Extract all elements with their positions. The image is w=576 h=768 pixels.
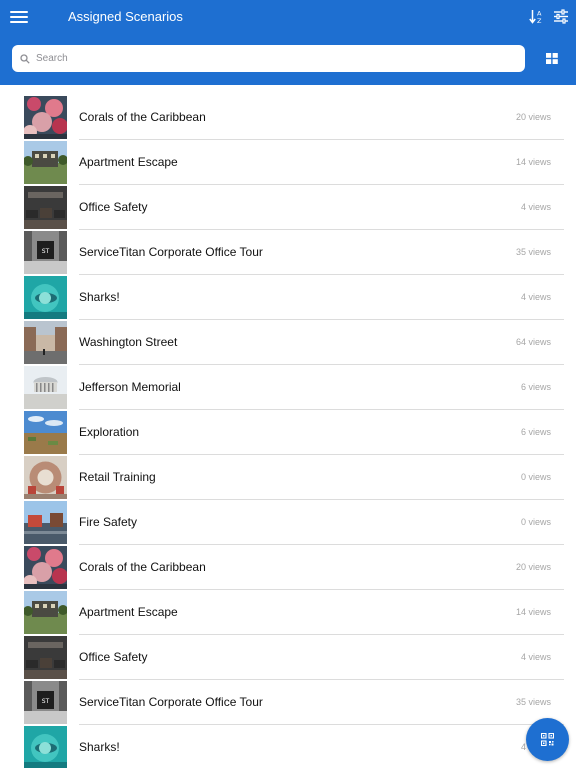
scenario-thumbnail: ST <box>24 231 67 274</box>
svg-text:Z: Z <box>537 17 542 24</box>
scenario-view-count: 20 views <box>515 112 551 122</box>
scenario-title: Office Safety <box>79 200 148 214</box>
scenario-row[interactable]: Washington Street 64 views <box>0 320 576 365</box>
scenario-row[interactable]: Retail Training 0 views <box>0 455 576 500</box>
scenario-row[interactable]: Sharks!4 views <box>0 725 576 768</box>
scenario-view-count: 20 views <box>515 562 551 572</box>
scenario-thumbnail <box>24 636 67 679</box>
scan-qr-button[interactable] <box>526 718 569 761</box>
app: Assigned Scenarios A Z Search Corals of … <box>0 0 576 768</box>
scenario-title: Washington Street <box>79 335 178 349</box>
scenario-title: Fire Safety <box>79 515 138 529</box>
scenario-row[interactable]: Exploration 6 views <box>0 410 576 455</box>
scenario-view-count: 0 views <box>520 472 551 482</box>
scenario-view-count: 6 views <box>520 382 551 392</box>
search-bar <box>12 45 525 72</box>
scenario-view-count: 14 views <box>515 607 551 617</box>
scenario-view-count: 14 views <box>515 157 551 167</box>
scenario-list: Corals of the Caribbean 20 views Apartment… <box>0 95 576 768</box>
scenario-title: Apartment Escape <box>79 605 178 619</box>
menu-icon[interactable] <box>10 10 28 24</box>
scenario-row[interactable]: ST ServiceTitan Corporate Office Tour 35 v… <box>0 680 576 725</box>
scenario-thumbnail <box>24 96 67 139</box>
scenario-thumbnail <box>24 366 67 409</box>
sort-icon[interactable]: A Z <box>529 9 545 24</box>
scenario-title: Sharks! <box>79 290 120 304</box>
scenario-view-count: 4 views <box>520 652 551 662</box>
scenario-row[interactable]: Apartment Escape 14 views <box>0 590 576 635</box>
svg-text:ST: ST <box>42 698 50 705</box>
scenario-title: Apartment Escape <box>79 155 178 169</box>
scenario-row[interactable]: Corals of the Caribbean 20 views <box>0 95 576 140</box>
scenario-thumbnail <box>24 501 67 544</box>
scenario-view-count: 4 views <box>520 292 551 302</box>
scenario-title: Office Safety <box>79 650 148 664</box>
scenario-thumbnail <box>24 591 67 634</box>
scenario-view-count: 64 views <box>515 337 551 347</box>
scenario-title: Corals of the Caribbean <box>79 110 206 124</box>
scenario-row[interactable]: Corals of the Caribbean 20 views <box>0 545 576 590</box>
scenario-thumbnail <box>24 456 67 499</box>
scenario-thumbnail <box>24 411 67 454</box>
scenario-row[interactable]: ST ServiceTitan Corporate Office Tour 35 v… <box>0 230 576 275</box>
scenario-thumbnail <box>24 186 67 229</box>
scenario-row[interactable]: Sharks! 4 views <box>0 275 576 320</box>
scenario-thumbnail <box>24 546 67 589</box>
scenario-row[interactable]: Jefferson Memorial 6 views <box>0 365 576 410</box>
scenario-thumbnail <box>24 726 67 768</box>
scenario-row[interactable]: Fire Safety 0 views <box>0 500 576 545</box>
svg-text:ST: ST <box>42 248 50 255</box>
scenario-title: Jefferson Memorial <box>79 380 181 394</box>
search-input[interactable] <box>36 53 506 64</box>
scenario-view-count: 6 views <box>520 427 551 437</box>
scenario-view-count: 0 views <box>520 517 551 527</box>
filter-icon[interactable] <box>553 9 569 24</box>
scenario-title: Corals of the Caribbean <box>79 560 206 574</box>
scenario-view-count: 4 views <box>520 202 551 212</box>
page-title: Assigned Scenarios <box>68 9 183 24</box>
scenario-title: Retail Training <box>79 470 156 484</box>
scenario-row[interactable]: Office Safety 4 views <box>0 185 576 230</box>
scenario-thumbnail: ST <box>24 681 67 724</box>
scenario-row[interactable]: Office Safety 4 views <box>0 635 576 680</box>
scenario-title: Sharks! <box>79 740 120 754</box>
scenario-row[interactable]: Apartment Escape 14 views <box>0 140 576 185</box>
scenario-title: ServiceTitan Corporate Office Tour <box>79 695 263 709</box>
scenario-view-count: 35 views <box>515 697 551 707</box>
scenario-thumbnail <box>24 141 67 184</box>
qr-code-icon <box>541 733 554 746</box>
scenario-view-count: 35 views <box>515 247 551 257</box>
app-header: Assigned Scenarios A Z <box>0 0 576 85</box>
scenario-thumbnail <box>24 276 67 319</box>
scenario-thumbnail <box>24 321 67 364</box>
search-icon <box>20 53 30 64</box>
scenario-title: Exploration <box>79 425 140 439</box>
scenario-title: ServiceTitan Corporate Office Tour <box>79 245 263 259</box>
grid-view-icon[interactable] <box>546 53 558 64</box>
